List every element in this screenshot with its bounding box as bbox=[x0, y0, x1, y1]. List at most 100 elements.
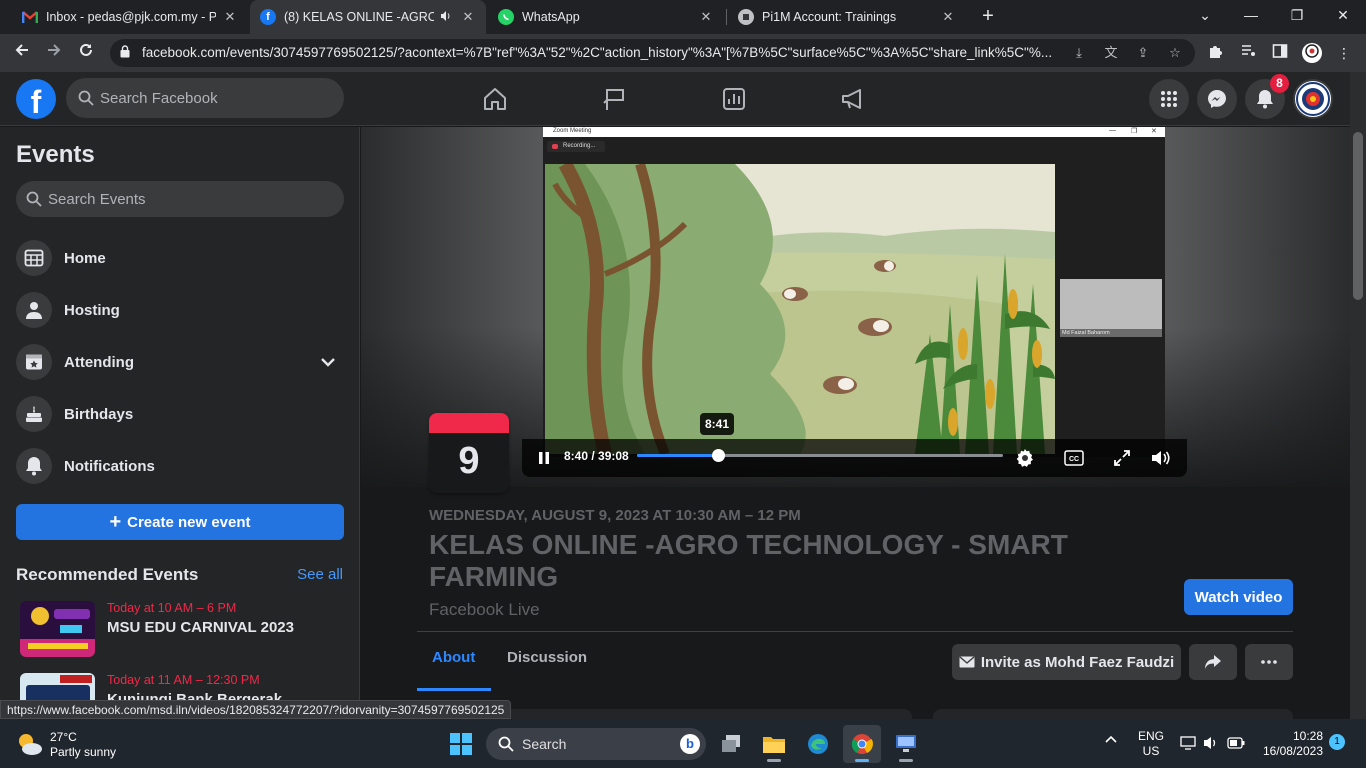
windows-start-icon[interactable] bbox=[442, 725, 480, 763]
back-icon[interactable] bbox=[10, 41, 34, 65]
weather-description[interactable]: Partly sunny bbox=[50, 745, 116, 759]
profile-avatar-icon[interactable] bbox=[1302, 43, 1322, 63]
create-event-label: Create new event bbox=[127, 513, 251, 531]
partly-sunny-icon[interactable] bbox=[14, 729, 44, 759]
forward-icon[interactable] bbox=[42, 41, 66, 65]
install-app-icon[interactable]: ⤓ bbox=[1070, 44, 1088, 62]
browser-menu-icon[interactable]: ⋮ bbox=[1334, 43, 1354, 63]
account-avatar[interactable] bbox=[1293, 79, 1333, 119]
close-window-icon[interactable]: ✕ bbox=[1320, 0, 1366, 34]
video-seek-handle[interactable] bbox=[712, 449, 726, 462]
translate-icon[interactable]: 文 bbox=[1102, 44, 1120, 62]
facebook-logo-icon[interactable]: f bbox=[16, 79, 56, 119]
close-tab-icon[interactable]: ✕ bbox=[460, 9, 476, 25]
speaker-icon[interactable] bbox=[438, 10, 454, 25]
menu-grid-icon[interactable] bbox=[1149, 79, 1189, 119]
sidebar-item-home[interactable]: Home bbox=[8, 232, 352, 284]
scrollbar-thumb[interactable] bbox=[1353, 132, 1363, 300]
tab-search-chevron-icon[interactable]: ⌄ bbox=[1182, 0, 1228, 34]
battery-icon[interactable] bbox=[1227, 737, 1245, 752]
tab-separator bbox=[726, 9, 727, 25]
facebook-search-box[interactable] bbox=[66, 78, 344, 118]
file-explorer-icon[interactable] bbox=[755, 725, 793, 763]
messenger-icon[interactable] bbox=[1197, 79, 1237, 119]
volume-icon[interactable] bbox=[1149, 446, 1173, 470]
taskbar-search-input[interactable] bbox=[522, 728, 672, 760]
bookmark-star-icon[interactable]: ☆ bbox=[1166, 44, 1184, 62]
browser-tab-gmail[interactable]: Inbox - pedas@pjk.com.my - Pus ✕ bbox=[12, 0, 248, 34]
share-button[interactable] bbox=[1189, 644, 1237, 680]
watch-video-button[interactable]: Watch video bbox=[1184, 579, 1293, 615]
close-tab-icon[interactable]: ✕ bbox=[698, 9, 714, 25]
tab-about[interactable]: About bbox=[432, 649, 475, 666]
sidebar-item-notifications[interactable]: Notifications bbox=[8, 440, 352, 492]
fullscreen-icon[interactable] bbox=[1110, 446, 1134, 470]
invite-button[interactable]: Invite as Mohd Faez Faudzi bbox=[952, 644, 1181, 680]
divider bbox=[417, 631, 1293, 632]
create-new-event-button[interactable]: + Create new event bbox=[16, 504, 344, 540]
home-icon[interactable] bbox=[477, 82, 513, 116]
zoom-restore-icon: ❐ bbox=[1131, 128, 1138, 135]
show-hidden-icons-chevron-icon[interactable] bbox=[1104, 733, 1118, 747]
pages-flag-icon[interactable] bbox=[597, 82, 633, 116]
new-tab-icon[interactable]: + bbox=[976, 5, 1000, 29]
notification-center-badge[interactable]: 1 bbox=[1329, 734, 1345, 750]
close-tab-icon[interactable]: ✕ bbox=[940, 9, 956, 25]
chevron-down-icon[interactable] bbox=[318, 352, 338, 372]
facebook-search-input[interactable] bbox=[100, 78, 330, 118]
media-control-icon[interactable] bbox=[1238, 43, 1258, 63]
invite-label: Invite as Mohd Faez Faudzi bbox=[980, 653, 1175, 671]
recommended-event-item[interactable]: Today at 10 AM – 6 PM MSU EDU CARNIVAL 2… bbox=[20, 601, 346, 659]
weather-temperature[interactable]: 27°C bbox=[50, 730, 77, 744]
minimize-icon[interactable]: — bbox=[1228, 0, 1274, 34]
extensions-puzzle-icon[interactable] bbox=[1206, 43, 1226, 63]
side-panel-icon[interactable] bbox=[1270, 43, 1290, 63]
plus-icon: + bbox=[109, 511, 122, 533]
search-icon bbox=[498, 736, 514, 752]
date-badge-top bbox=[429, 413, 509, 433]
chrome-browser-icon[interactable] bbox=[843, 725, 881, 763]
event-name[interactable]: MSU EDU CARNIVAL 2023 bbox=[107, 619, 294, 636]
pause-icon[interactable] bbox=[532, 446, 556, 470]
video-progress-bar[interactable] bbox=[637, 449, 1003, 462]
gaming-chart-icon[interactable] bbox=[716, 82, 752, 116]
restore-icon[interactable]: ❐ bbox=[1274, 0, 1320, 34]
tab-title: WhatsApp bbox=[522, 10, 580, 24]
network-icon[interactable] bbox=[1180, 735, 1196, 754]
video-frame-zoom-meeting[interactable]: Zoom Meeting — ❐ ✕ Recording... Md Faiza… bbox=[543, 127, 1165, 457]
system-clock[interactable]: 10:28 16/08/2023 bbox=[1263, 729, 1323, 759]
browser-tab-pi1m[interactable]: Pi1M Account: Trainings ✕ bbox=[728, 0, 966, 34]
events-search-box[interactable] bbox=[16, 181, 344, 217]
search-icon bbox=[78, 90, 94, 106]
sidebar-item-attending[interactable]: Attending bbox=[8, 336, 352, 388]
reload-icon[interactable] bbox=[74, 41, 98, 65]
events-search-input[interactable] bbox=[48, 181, 328, 217]
more-options-button[interactable] bbox=[1245, 644, 1293, 680]
closed-captions-icon[interactable]: CC bbox=[1062, 446, 1086, 470]
page-scrollbar[interactable] bbox=[1350, 72, 1366, 719]
clock-time: 10:28 bbox=[1292, 729, 1323, 743]
sidebar-item-birthdays[interactable]: Birthdays bbox=[8, 388, 352, 440]
see-all-link[interactable]: See all bbox=[297, 566, 343, 583]
details-card bbox=[492, 709, 912, 719]
browser-tab-whatsapp[interactable]: WhatsApp ✕ bbox=[488, 0, 724, 34]
remote-desktop-icon[interactable] bbox=[887, 725, 925, 763]
settings-gear-icon[interactable] bbox=[1013, 446, 1037, 470]
tab-discussion[interactable]: Discussion bbox=[507, 649, 587, 666]
share-icon[interactable]: ⇪ bbox=[1134, 44, 1152, 62]
address-bar[interactable]: facebook.com/events/3074597769502125/?ac… bbox=[110, 39, 1195, 67]
edge-browser-icon[interactable] bbox=[799, 725, 837, 763]
taskbar-search-box[interactable]: b bbox=[486, 728, 706, 760]
close-tab-icon[interactable]: ✕ bbox=[222, 9, 238, 25]
input-language[interactable]: ENG US bbox=[1138, 729, 1164, 759]
task-view-icon[interactable] bbox=[712, 725, 750, 763]
volume-tray-icon[interactable] bbox=[1203, 735, 1219, 754]
browser-tab-facebook-event[interactable]: f (8) KELAS ONLINE -AGRO TE ✕ bbox=[250, 0, 486, 34]
bing-icon[interactable]: b bbox=[680, 734, 700, 754]
calendar-star-icon bbox=[16, 344, 52, 380]
clock-date: 16/08/2023 bbox=[1262, 744, 1323, 758]
url-text[interactable]: facebook.com/events/3074597769502125/?ac… bbox=[142, 45, 1072, 60]
sidebar-item-hosting[interactable]: Hosting bbox=[8, 284, 352, 336]
ads-megaphone-icon[interactable] bbox=[835, 82, 871, 116]
lock-icon[interactable] bbox=[120, 45, 130, 58]
